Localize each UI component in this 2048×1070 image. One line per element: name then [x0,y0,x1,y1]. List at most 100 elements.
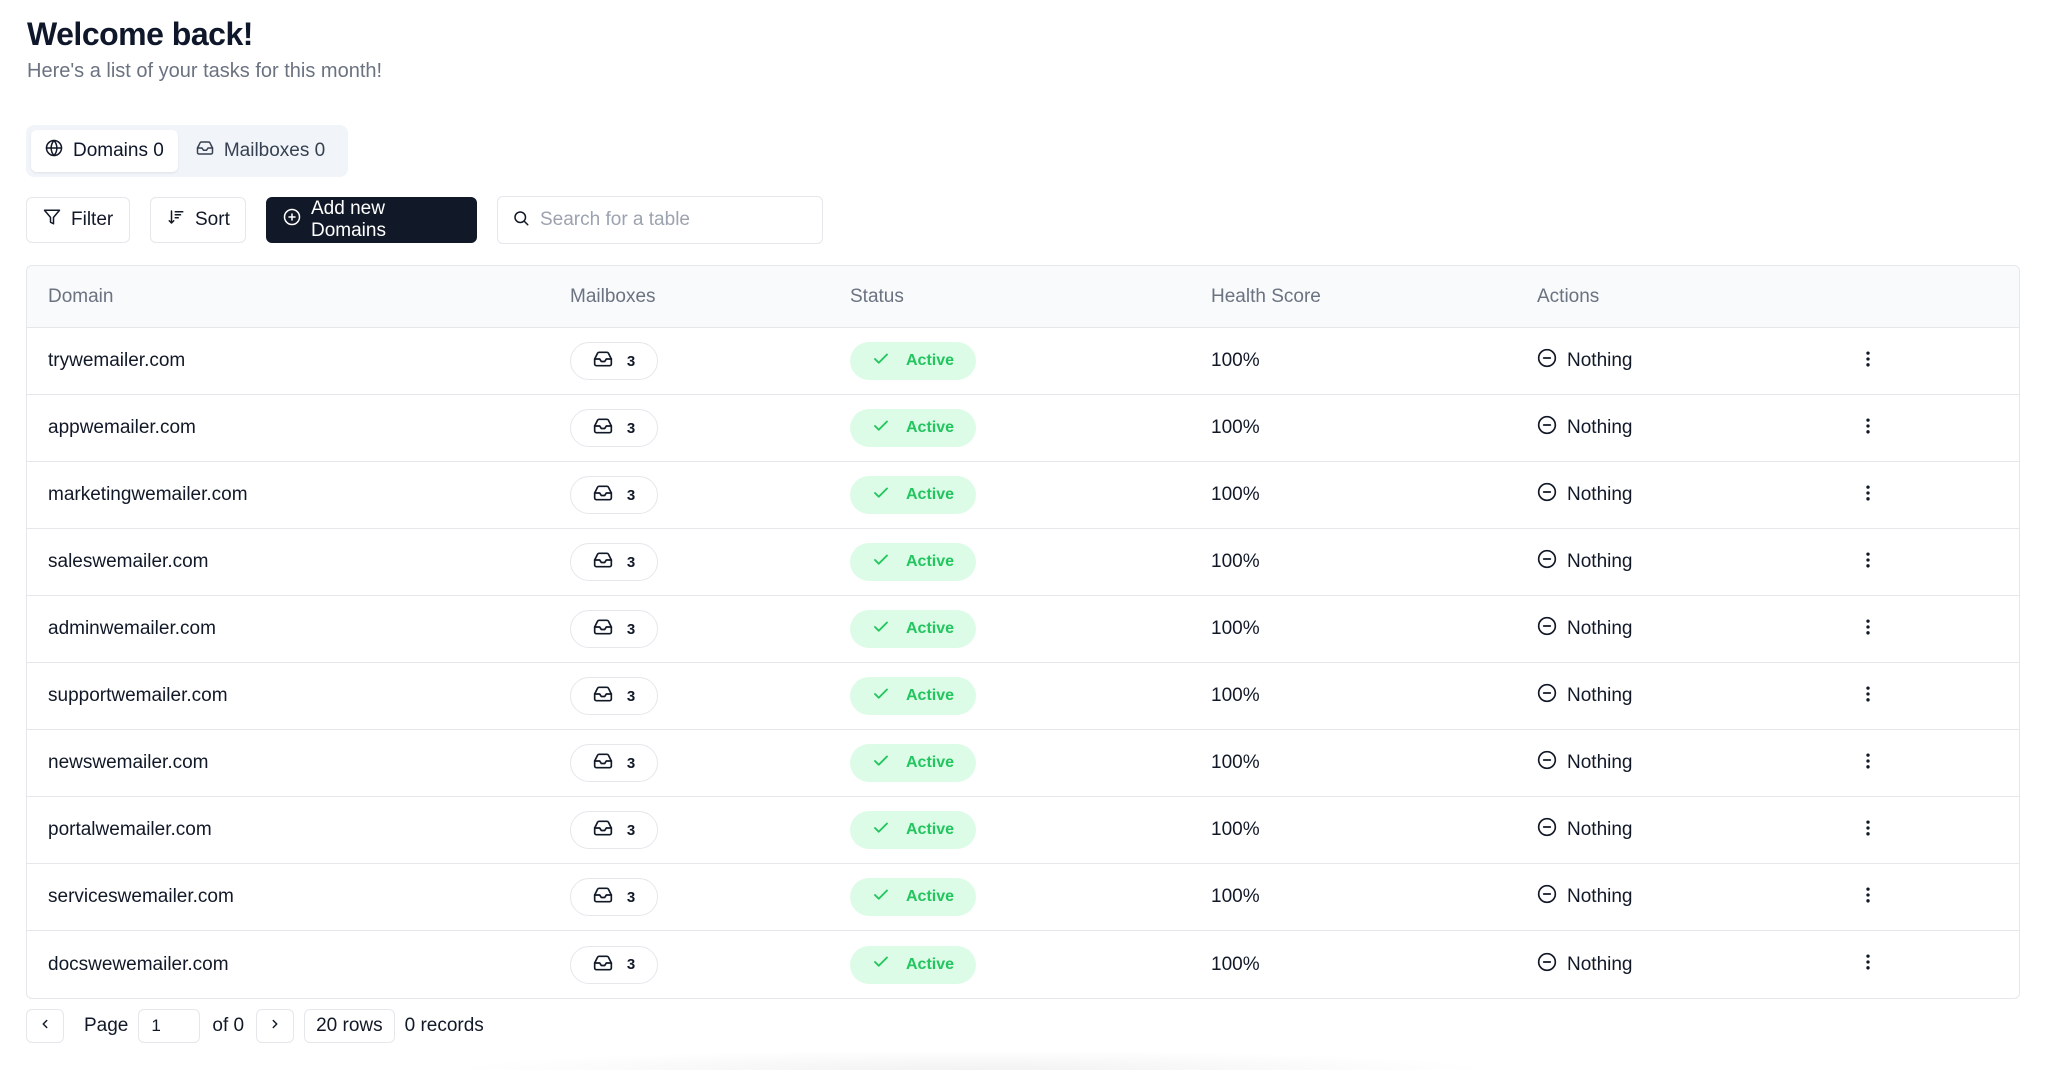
page-number-input[interactable] [138,1009,201,1043]
mailbox-count-badge[interactable]: 3 [570,543,658,581]
page-label: Page [84,1015,129,1036]
domain-cell[interactable]: docswewemailer.com [48,954,229,976]
domain-cell[interactable]: trywemailer.com [48,350,185,372]
action-label: Nothing [1567,886,1633,907]
filter-button[interactable]: Filter [26,197,130,243]
status-badge: Active [850,342,976,380]
check-icon [872,752,890,775]
tab-domains-label: Domains 0 [73,140,164,161]
status-cell: Active [850,945,976,984]
mailbox-count-badge[interactable]: 3 [570,878,658,916]
row-menu-button[interactable] [1854,682,1882,710]
table-row[interactable]: trywemailer.com 3 Active 100% Nothing [27,328,2019,395]
column-header-health-score[interactable]: Health Score [1211,286,1321,308]
tabs: Domains 0 Mailboxes 0 [26,125,348,177]
table-row[interactable]: appwemailer.com 3 Active 100% Nothing [27,395,2019,462]
column-header-domain[interactable]: Domain [48,286,113,308]
next-page-button[interactable] [256,1009,295,1043]
more-vertical-icon [1858,818,1878,843]
mailbox-count-badge[interactable]: 3 [570,610,658,648]
column-header-status[interactable]: Status [850,286,904,308]
more-vertical-icon [1858,684,1878,709]
status-label: Active [905,352,955,369]
domain-cell[interactable]: newswemailer.com [48,752,209,774]
mailbox-count-badge[interactable]: 3 [570,945,658,984]
status-label: Active [905,419,955,436]
check-icon [872,618,890,641]
records-count: 0 records [404,1015,484,1036]
column-header-actions[interactable]: Actions [1537,286,1599,308]
inbox-icon [593,550,613,574]
search-icon [512,209,530,232]
mailbox-count: 3 [626,754,636,772]
row-menu-button[interactable] [1854,749,1882,777]
row-menu-button[interactable] [1854,347,1882,375]
mailbox-count-badge[interactable]: 3 [570,744,658,782]
domain-cell[interactable]: saleswemailer.com [48,551,209,573]
sort-button[interactable]: Sort [150,197,246,243]
row-menu-button[interactable] [1854,883,1882,911]
status-label: Active [905,486,955,503]
health-score-cell: 100% [1211,484,1260,505]
inbox-icon [593,416,613,440]
action-label: Nothing [1567,350,1633,371]
domain-cell[interactable]: portalwemailer.com [48,819,212,841]
more-vertical-icon [1858,550,1878,575]
mailbox-count-badge[interactable]: 3 [570,476,658,514]
add-domains-label: Add new Domains [311,198,386,241]
health-score-cell: 100% [1211,819,1260,840]
status-cell: Active [850,543,976,581]
minus-circle-icon [1537,616,1557,642]
sort-icon [167,208,185,232]
action-cell: Nothing [1537,683,1633,709]
mailbox-count-badge[interactable]: 3 [570,677,658,715]
previous-page-button[interactable] [26,1009,64,1043]
mailbox-count: 3 [626,553,636,571]
status-badge: Active [850,409,976,447]
bottom-shadow [440,1050,1500,1070]
page-title: Welcome back! [27,16,253,52]
domain-cell[interactable]: serviceswemailer.com [48,886,234,908]
health-score-cell: 100% [1211,752,1260,773]
action-label: Nothing [1567,618,1633,639]
status-label: Active [905,620,955,637]
domain-cell[interactable]: supportwemailer.com [48,685,228,707]
inbox-icon [593,751,613,775]
mailbox-count-badge[interactable]: 3 [570,811,658,849]
action-cell: Nothing [1537,482,1633,508]
mailbox-count-badge[interactable]: 3 [570,409,658,447]
row-menu-button[interactable] [1854,481,1882,509]
table-row[interactable]: docswewemailer.com 3 Active 100% Nothing [27,931,2019,998]
column-header-mailboxes[interactable]: Mailboxes [570,286,656,308]
tab-mailboxes[interactable]: Mailboxes 0 [182,130,339,172]
table-row[interactable]: marketingwemailer.com 3 Active 100% Nothing [27,462,2019,529]
action-cell: Nothing [1537,750,1633,776]
search-input[interactable] [540,209,800,231]
add-domains-button[interactable]: Add new Domains [266,197,477,243]
mailbox-count-badge[interactable]: 3 [570,342,658,380]
search-box [497,196,823,244]
row-menu-button[interactable] [1854,816,1882,844]
domain-cell[interactable]: adminwemailer.com [48,618,216,640]
row-menu-button[interactable] [1854,951,1882,979]
inbox-icon [593,818,613,842]
row-menu-button[interactable] [1854,414,1882,442]
table-row[interactable]: newswemailer.com 3 Active 100% Nothing [27,730,2019,797]
table-row[interactable]: adminwemailer.com 3 Active 100% Nothing [27,596,2019,663]
health-score-cell: 100% [1211,618,1260,639]
table-row[interactable]: saleswemailer.com 3 Active 100% Nothing [27,529,2019,596]
table-row[interactable]: supportwemailer.com 3 Active 100% Nothing [27,663,2019,730]
status-label: Active [905,754,955,771]
rows-per-page-select[interactable]: 20 rows [304,1009,395,1043]
row-menu-button[interactable] [1854,615,1882,643]
inbox-icon [196,139,214,163]
tab-domains[interactable]: Domains 0 [31,130,178,172]
table-row[interactable]: serviceswemailer.com 3 Active 100% Nothing [27,864,2019,931]
mailboxes-cell: 3 [570,543,658,581]
table-row[interactable]: portalwemailer.com 3 Active 100% Nothing [27,797,2019,864]
domain-cell[interactable]: marketingwemailer.com [48,484,248,506]
row-menu-button[interactable] [1854,548,1882,576]
more-vertical-icon [1858,885,1878,910]
domain-cell[interactable]: appwemailer.com [48,417,196,439]
mailbox-count: 3 [626,888,636,906]
